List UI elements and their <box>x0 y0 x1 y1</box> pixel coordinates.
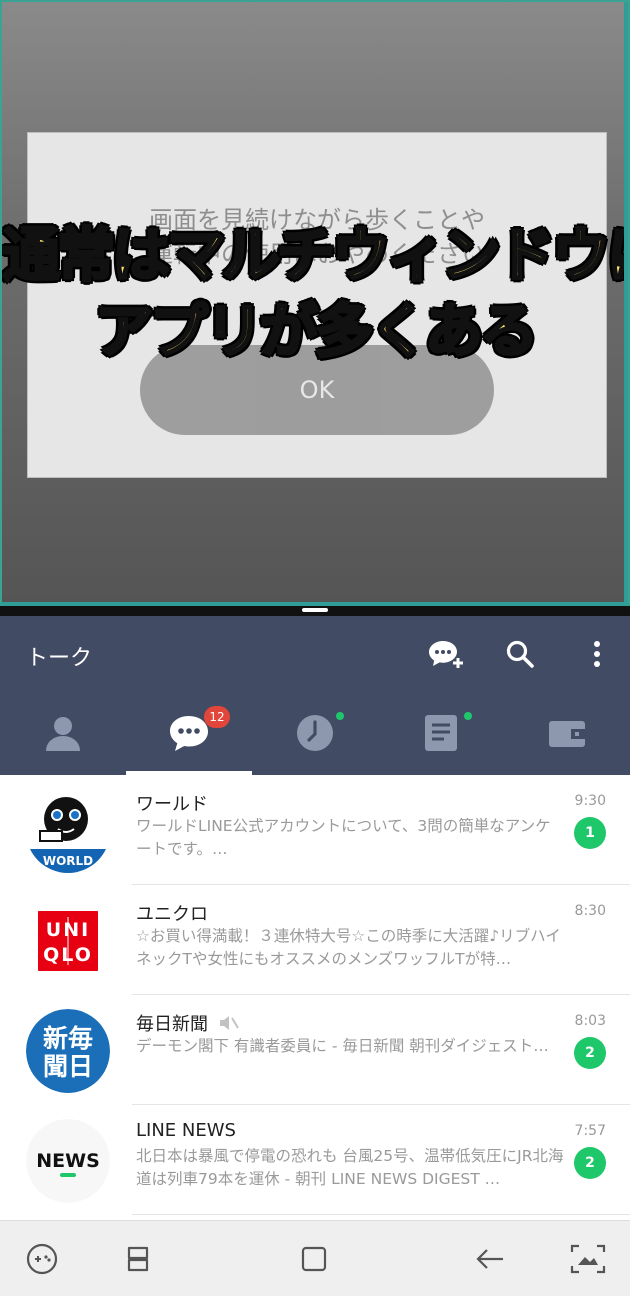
app-header: トーク <box>0 616 630 690</box>
tab-bar: 12 <box>0 690 630 775</box>
chat-row-world[interactable]: WORLD ワールド 9:30 ワールドLINE公式アカウントについて、3問の簡… <box>0 775 630 885</box>
avatar-world-label: WORLD <box>43 854 93 868</box>
chat-name: LINE NEWS <box>136 1120 236 1141</box>
tab-friends[interactable] <box>0 690 126 775</box>
chat-row-line-news[interactable]: NEWS LINE NEWS 7:57 北日本は暴風で停電の恐れも 台風25号、… <box>0 1105 630 1215</box>
person-icon <box>46 716 80 751</box>
overlay-caption: 通常はマルチウィンドウに出来ない アプリが多くある <box>2 217 628 369</box>
avatar-line-news: NEWS <box>26 1119 110 1203</box>
mainichi-logo: 新毎 聞日 <box>26 1009 110 1093</box>
game-icon[interactable] <box>22 1239 62 1279</box>
chat-preview: 北日本は暴風で停電の恐れも 台風25号、温帯低気圧にJR北海道は列車79本を運休… <box>136 1147 564 1188</box>
wallet-icon <box>549 720 585 747</box>
chat-preview: デーモン閣下 有識者委員に - 毎日新聞 朝刊ダイジェスト… <box>136 1037 549 1055</box>
add-chat-icon[interactable] <box>426 634 466 674</box>
tab-chats[interactable]: 12 <box>126 690 252 775</box>
line-app: トーク 12 WORLD ワールド 9:30 ワールドLINE公式アカウントにつ… <box>0 616 630 1220</box>
tab-news[interactable] <box>378 690 504 775</box>
chat-preview: ワールドLINE公式アカウントについて、3問の簡単なアンケートです。… <box>136 817 551 858</box>
svg-text:QLO: QLO <box>43 944 93 966</box>
home-icon[interactable] <box>294 1239 334 1279</box>
uniqlo-logo: UNI QLO <box>26 899 110 983</box>
row-divider <box>132 1214 630 1215</box>
system-navbar <box>0 1220 630 1296</box>
clock-icon <box>297 714 333 751</box>
search-icon[interactable] <box>500 634 540 674</box>
unread-count: 2 <box>574 1037 606 1069</box>
chat-time: 9:30 <box>574 793 606 809</box>
avatar-world: WORLD <box>26 789 110 873</box>
news-new-dot <box>464 712 472 720</box>
unread-badge: 12 <box>204 706 230 728</box>
overlay-caption-line1: 通常はマルチウィンドウに出来ない <box>2 220 628 291</box>
window-edge <box>624 2 628 602</box>
svg-text:聞日: 聞日 <box>43 1052 93 1081</box>
timeline-new-dot <box>336 712 344 720</box>
more-vertical-icon[interactable] <box>577 634 617 674</box>
chat-name: 毎日新聞 <box>136 1010 240 1036</box>
unread-count: 1 <box>574 817 606 849</box>
chat-time: 8:30 <box>574 903 606 919</box>
chat-row-mainichi[interactable]: 新毎 聞日 毎日新聞 8:03 デーモン閣下 有識者委員に - 毎日新聞 朝刊ダ… <box>0 995 630 1105</box>
avatar-uniqlo: UNI QLO <box>26 899 110 983</box>
split-handle[interactable] <box>302 608 328 612</box>
recent-apps-icon[interactable] <box>118 1239 158 1279</box>
svg-text:UNI: UNI <box>46 919 90 941</box>
chat-name-text: 毎日新聞 <box>136 1014 208 1035</box>
overlay-caption-line2: アプリが多くある <box>93 296 539 367</box>
unread-count: 2 <box>574 1147 606 1179</box>
page-title: トーク <box>26 646 93 671</box>
chat-list: WORLD ワールド 9:30 ワールドLINE公式アカウントについて、3問の簡… <box>0 775 630 1215</box>
chat-preview: ☆お買い得満載！３連休特大号☆この時季に大活躍♪リブハイネックTや女性にもオスス… <box>136 927 561 968</box>
tab-wallet[interactable] <box>504 690 630 775</box>
back-icon[interactable] <box>470 1239 510 1279</box>
top-app-window[interactable]: 画面を見続けながら歩くことや 運転中の使用はおやめください OK 通常はマルチウ… <box>0 0 630 606</box>
screenshot-icon[interactable] <box>568 1239 608 1279</box>
tab-timeline[interactable] <box>252 690 378 775</box>
avatar-line-news-label: NEWS <box>36 1150 100 1172</box>
chat-name: ワールド <box>136 794 208 815</box>
svg-text:新毎: 新毎 <box>43 1024 93 1053</box>
document-icon <box>425 714 457 751</box>
avatar-mainichi: 新毎 聞日 <box>26 1009 110 1093</box>
chat-time: 7:57 <box>574 1123 606 1139</box>
chat-time: 8:03 <box>574 1013 606 1029</box>
chat-row-uniqlo[interactable]: UNI QLO ユニクロ 8:30 ☆お買い得満載！３連休特大号☆この時季に大活… <box>0 885 630 995</box>
chat-name: ユニクロ <box>136 904 208 925</box>
muted-icon <box>219 1016 239 1030</box>
